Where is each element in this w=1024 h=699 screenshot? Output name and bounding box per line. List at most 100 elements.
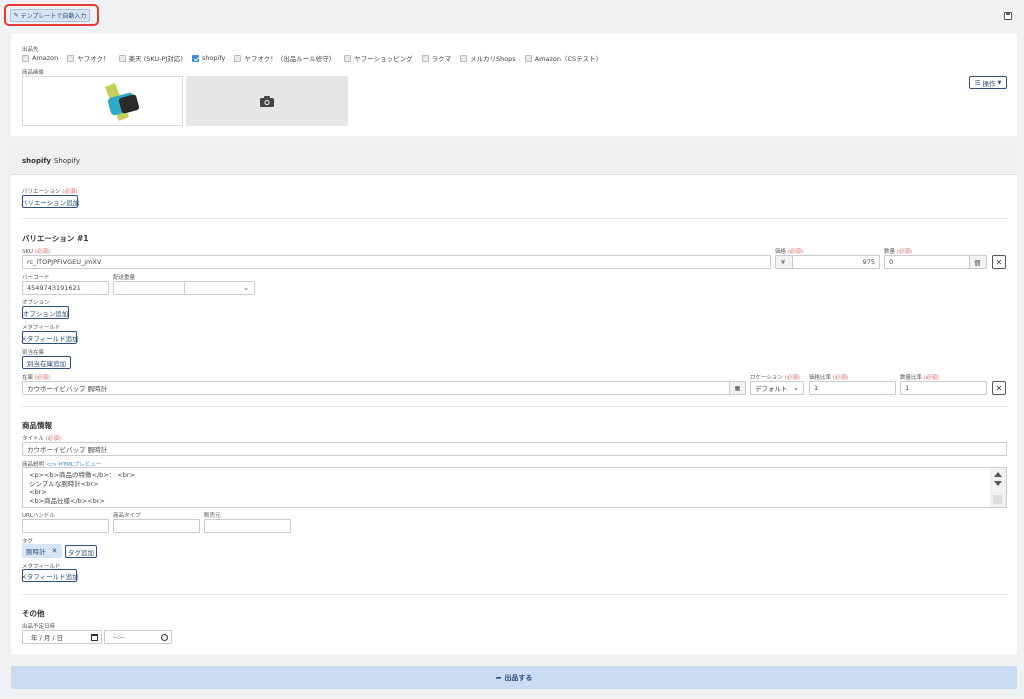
checkbox[interactable] [524, 54, 532, 62]
chevron-down-icon: ⌄ [243, 284, 249, 292]
shopify-name: Shopify [53, 157, 81, 165]
variation-metafield-label: メタフィールド [22, 325, 61, 331]
inventory-input[interactable]: カウボーイビバップ 腕時計 [22, 381, 730, 395]
price-currency: ¥ [775, 255, 793, 269]
close-icon: ✕ [995, 257, 1003, 267]
checkbox-checked[interactable] [191, 54, 199, 62]
sku-input[interactable]: rc_lTOPJPFIVGEU_jmXV [22, 255, 771, 269]
shopify-panel [11, 148, 1017, 654]
vendor-input[interactable] [204, 519, 291, 533]
checkbox[interactable] [421, 54, 429, 62]
marketplace-yahoo-auction[interactable]: ヤフオク！ [67, 53, 110, 63]
variation-title: バリエーション #1 [22, 234, 89, 243]
tag-chip: 腕時計 ✕ [22, 544, 62, 558]
camera-icon [260, 95, 274, 107]
price-input[interactable]: 975 [792, 255, 880, 269]
marketplace-rakuma[interactable]: ラクマ [421, 53, 451, 63]
add-variation-metafield-button[interactable]: メタフィールド追加 [20, 331, 79, 344]
shopify-brand: shopify [22, 157, 51, 165]
remove-variation-button[interactable]: ✕ [992, 255, 1006, 269]
scroll-up-icon[interactable] [994, 472, 1002, 477]
marketplace-amazon-cs[interactable]: Amazon（CSテスト） [524, 53, 602, 63]
other-title: その他 [22, 609, 45, 618]
scheduled-time-input[interactable]: --:-- [104, 630, 172, 644]
product-type-label: 商品タイプ [113, 513, 141, 519]
product-image-thumb[interactable] [22, 76, 183, 126]
product-type-input[interactable] [113, 519, 200, 533]
separate-stock-label: 別当在庫 [22, 350, 45, 356]
image-placeholder[interactable] [186, 76, 348, 126]
marketplace-label: 出品先 [22, 47, 39, 53]
weight-label: 配送重量 [113, 275, 136, 281]
top-bar [0, 0, 1024, 32]
operations-dropdown-button[interactable]: ☰ 操作 ▼ [969, 76, 1007, 89]
sku-label: SKU (必須) [22, 249, 51, 255]
price-label: 価格 (必須) [775, 249, 804, 255]
save-icon[interactable] [1004, 12, 1012, 20]
grid-icon: ▦ [734, 384, 741, 392]
divider [22, 406, 1007, 407]
divider [22, 594, 1007, 595]
list-icon: ☰ [974, 78, 981, 87]
add-tag-button[interactable]: タグ追加 [65, 545, 97, 558]
product-info-title: 商品情報 [22, 421, 52, 430]
weight-unit-select[interactable]: ⌄ [184, 281, 255, 295]
divider [22, 218, 1007, 219]
close-icon: ✕ [995, 383, 1003, 393]
calendar-icon[interactable] [91, 633, 98, 641]
marketplace-shopify[interactable]: shopify [191, 54, 225, 62]
option-label: オプション [22, 300, 50, 306]
checkbox[interactable] [234, 54, 242, 62]
marketplace-mercari-shops[interactable]: メルカリShops [460, 53, 516, 63]
clock-icon[interactable] [161, 633, 168, 641]
marketplace-rakuten[interactable]: 楽天 (SKU-PJ対応) [118, 53, 183, 63]
share-icon: ➦ [495, 673, 502, 682]
add-variation-button[interactable]: バリエーション追加 [21, 195, 79, 208]
caret-down-icon: ▼ [997, 79, 1002, 86]
url-handle-input[interactable] [22, 519, 109, 533]
title-label: タイトル (必須) [22, 436, 62, 442]
scroll-down-icon[interactable] [994, 481, 1002, 486]
checkbox[interactable] [344, 54, 352, 62]
quantity-unit: 個 [969, 255, 987, 269]
barcode-input[interactable]: 4549743191621 [22, 281, 109, 295]
checkbox[interactable] [460, 54, 468, 62]
add-option-button[interactable]: オプション追加 [22, 306, 69, 319]
quantity-ratio-input[interactable]: 1 [900, 381, 987, 395]
marketplace-yahoo-shopping[interactable]: ヤフーショッピング [344, 53, 413, 63]
submit-button[interactable]: ➦ 出品する [11, 666, 1017, 689]
location-select[interactable]: デフォルト ⌄ [750, 381, 804, 395]
add-separate-stock-button[interactable]: 別当在庫追加 [22, 356, 71, 369]
remove-inventory-button[interactable]: ✕ [992, 381, 1006, 395]
scheduled-date-input[interactable]: 年 / 月 / 日 [22, 630, 102, 644]
images-label: 商品画像 [22, 70, 45, 76]
quantity-ratio-label: 数量比率 (必須) [900, 375, 940, 381]
checkbox[interactable] [67, 54, 75, 62]
chevron-down-icon: ⌄ [793, 384, 799, 392]
template-button[interactable]: ✎ テンプレートで自動入力 [10, 9, 90, 22]
quantity-input[interactable]: 0 [884, 255, 970, 269]
marketplace-amazon[interactable]: Amazon [22, 54, 58, 62]
price-ratio-input[interactable]: 1 [809, 381, 896, 395]
marketplace-yahoo-auction-rule[interactable]: ヤフオク！（出品ルール修守） [234, 53, 335, 63]
watch-image [105, 83, 140, 121]
description-textarea[interactable]: <p><b>商品の特徴</b>： <br> シンプルな腕時計<br> <br> … [22, 467, 1007, 508]
textarea-scrollbar[interactable] [990, 468, 1006, 507]
add-product-metafield-button[interactable]: メタフィールド追加 [20, 569, 79, 582]
vendor-label: 販売元 [204, 513, 221, 519]
variation-label: バリエーション (必須) [22, 189, 78, 195]
title-input[interactable]: カウボーイビバップ 腕時計 [22, 442, 1007, 456]
url-handle-label: URLハンドル [22, 513, 55, 519]
shopify-header: shopify Shopify [11, 148, 1017, 175]
checkbox[interactable] [22, 54, 29, 62]
wand-icon: ✎ [13, 12, 19, 19]
barcode-label: バーコード [22, 275, 50, 281]
checkbox[interactable] [118, 54, 126, 62]
weight-input[interactable] [113, 281, 185, 295]
price-ratio-label: 価格比率 (必須) [809, 375, 849, 381]
resize-handle-icon[interactable] [993, 495, 1002, 504]
tag-remove-icon[interactable]: ✕ [52, 547, 58, 555]
marketplace-list: Amazon ヤフオク！ 楽天 (SKU-PJ対応) shopify ヤフオク！… [22, 53, 611, 63]
inventory-picker[interactable]: ▦ [729, 381, 746, 395]
scheduled-date-label: 出品予定日時 [22, 624, 56, 630]
